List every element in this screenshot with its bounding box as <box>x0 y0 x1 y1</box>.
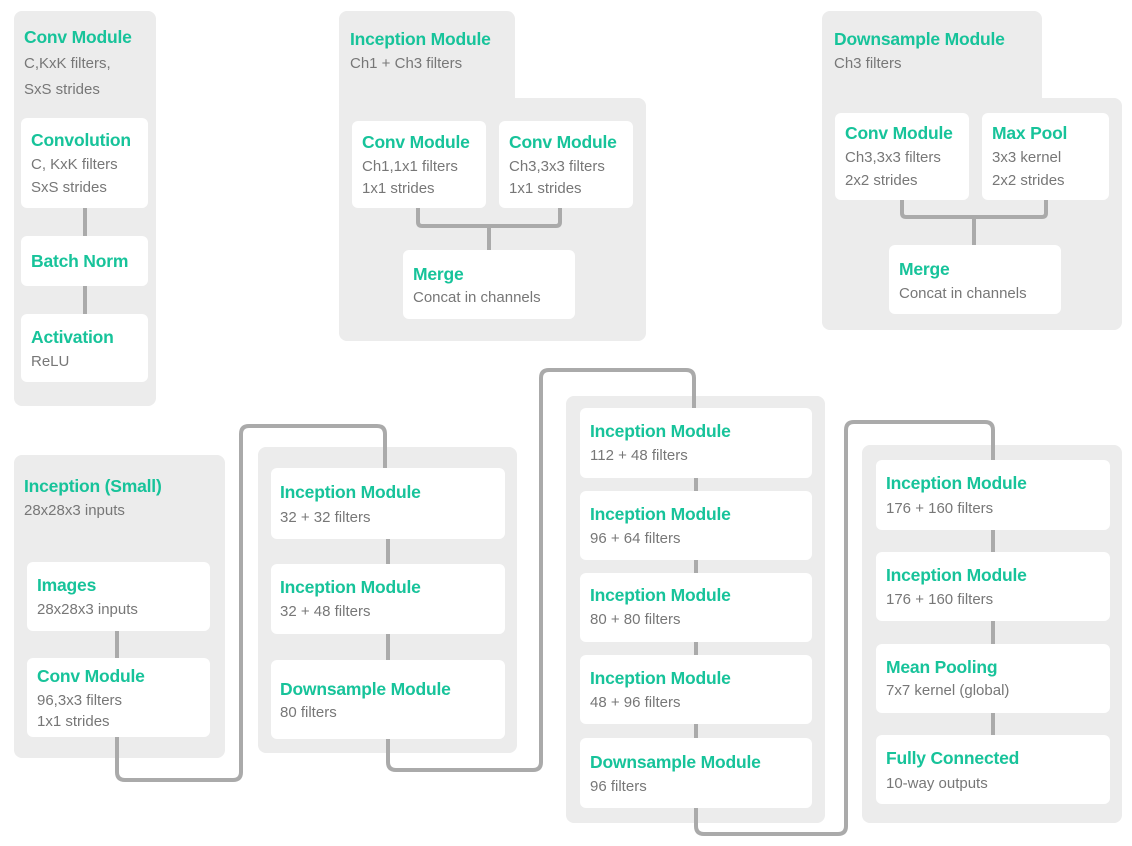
downsample-module-title: Downsample Module <box>834 29 1005 49</box>
col3-inception-3-desc: 80 + 80 filters <box>590 611 681 628</box>
inception-module-title: Inception Module <box>350 29 491 49</box>
col4-meanpool-title: Mean Pooling <box>886 657 998 677</box>
conv-module-title: Conv Module <box>24 27 132 47</box>
col3-inception-4-desc: 48 + 96 filters <box>590 694 681 711</box>
network-conv-strides: 1x1 strides <box>37 713 110 730</box>
convolution-filters: C, KxK filters <box>31 156 118 173</box>
network-conv-title: Conv Module <box>37 666 145 686</box>
col2-inception-2-title: Inception Module <box>280 577 421 597</box>
inception-conv3-strides: 1x1 strides <box>509 180 582 197</box>
downsample-conv-strides: 2x2 strides <box>845 172 918 189</box>
col4-meanpool-desc: 7x7 kernel (global) <box>886 682 1010 699</box>
col3-inception-1-card <box>580 408 812 478</box>
convolution-title: Convolution <box>31 130 131 150</box>
downsample-conv-filters: Ch3,3x3 filters <box>845 149 941 166</box>
images-desc: 28x28x3 inputs <box>37 601 138 618</box>
col2-inception-1-title: Inception Module <box>280 482 421 502</box>
col4-inception-1-title: Inception Module <box>886 473 1027 493</box>
conv-module-desc-line2: SxS strides <box>24 81 100 98</box>
col3-inception-1-title: Inception Module <box>590 421 731 441</box>
col4-fc-title: Fully Connected <box>886 748 1020 768</box>
inception-merge-desc: Concat in channels <box>413 289 541 306</box>
col3-inception-1-desc: 112 + 48 filters <box>590 447 688 464</box>
col3-inception-4-title: Inception Module <box>590 668 731 688</box>
connector-downsample-merge <box>900 200 1048 245</box>
network-title: Inception (Small) <box>24 476 162 496</box>
col3-downsample-title: Downsample Module <box>590 752 761 772</box>
inception-conv1-filters: Ch1,1x1 filters <box>362 158 458 175</box>
col2-inception-1-desc: 32 + 32 filters <box>280 509 371 526</box>
downsample-module-desc: Ch3 filters <box>834 55 902 72</box>
downsample-merge-title: Merge <box>899 259 950 279</box>
downsample-pool-kernel: 3x3 kernel <box>992 149 1062 166</box>
convolution-strides: SxS strides <box>31 179 107 196</box>
activation-title: Activation <box>31 327 114 347</box>
inception-conv3-title: Conv Module <box>509 132 617 152</box>
col4-inception-2-desc: 176 + 160 filters <box>886 591 994 608</box>
col3-inception-2-desc: 96 + 64 filters <box>590 530 681 547</box>
connector-inception-merge <box>416 208 562 250</box>
col4-inception-1-desc: 176 + 160 filters <box>886 500 994 517</box>
downsample-pool-title: Max Pool <box>992 123 1068 143</box>
network-conv-filters: 96,3x3 filters <box>37 692 123 709</box>
downsample-conv-title: Conv Module <box>845 123 953 143</box>
downsample-merge-desc: Concat in channels <box>899 285 1027 302</box>
inception-module-desc: Ch1 + Ch3 filters <box>350 55 463 72</box>
col4-inception-2-title: Inception Module <box>886 565 1027 585</box>
col3-inception-3-title: Inception Module <box>590 585 731 605</box>
inception-merge-title: Merge <box>413 264 464 284</box>
inception-conv1-title: Conv Module <box>362 132 470 152</box>
col2-inception-2-card <box>271 564 505 634</box>
conv-module-desc-line1: C,KxK filters, <box>24 55 111 72</box>
col2-inception-2-desc: 32 + 48 filters <box>280 603 371 620</box>
inception-conv3-filters: Ch3,3x3 filters <box>509 158 605 175</box>
downsample-pool-strides: 2x2 strides <box>992 172 1065 189</box>
inception-conv1-strides: 1x1 strides <box>362 180 435 197</box>
batchnorm-title: Batch Norm <box>31 251 129 271</box>
col4-fc-desc: 10-way outputs <box>886 775 988 792</box>
col2-downsample-title: Downsample Module <box>280 679 451 699</box>
col3-downsample-desc: 96 filters <box>590 778 647 795</box>
activation-desc: ReLU <box>31 353 70 370</box>
col2-downsample-desc: 80 filters <box>280 704 337 721</box>
network-desc: 28x28x3 inputs <box>24 502 125 519</box>
images-title: Images <box>37 575 97 595</box>
col3-inception-2-title: Inception Module <box>590 504 731 524</box>
